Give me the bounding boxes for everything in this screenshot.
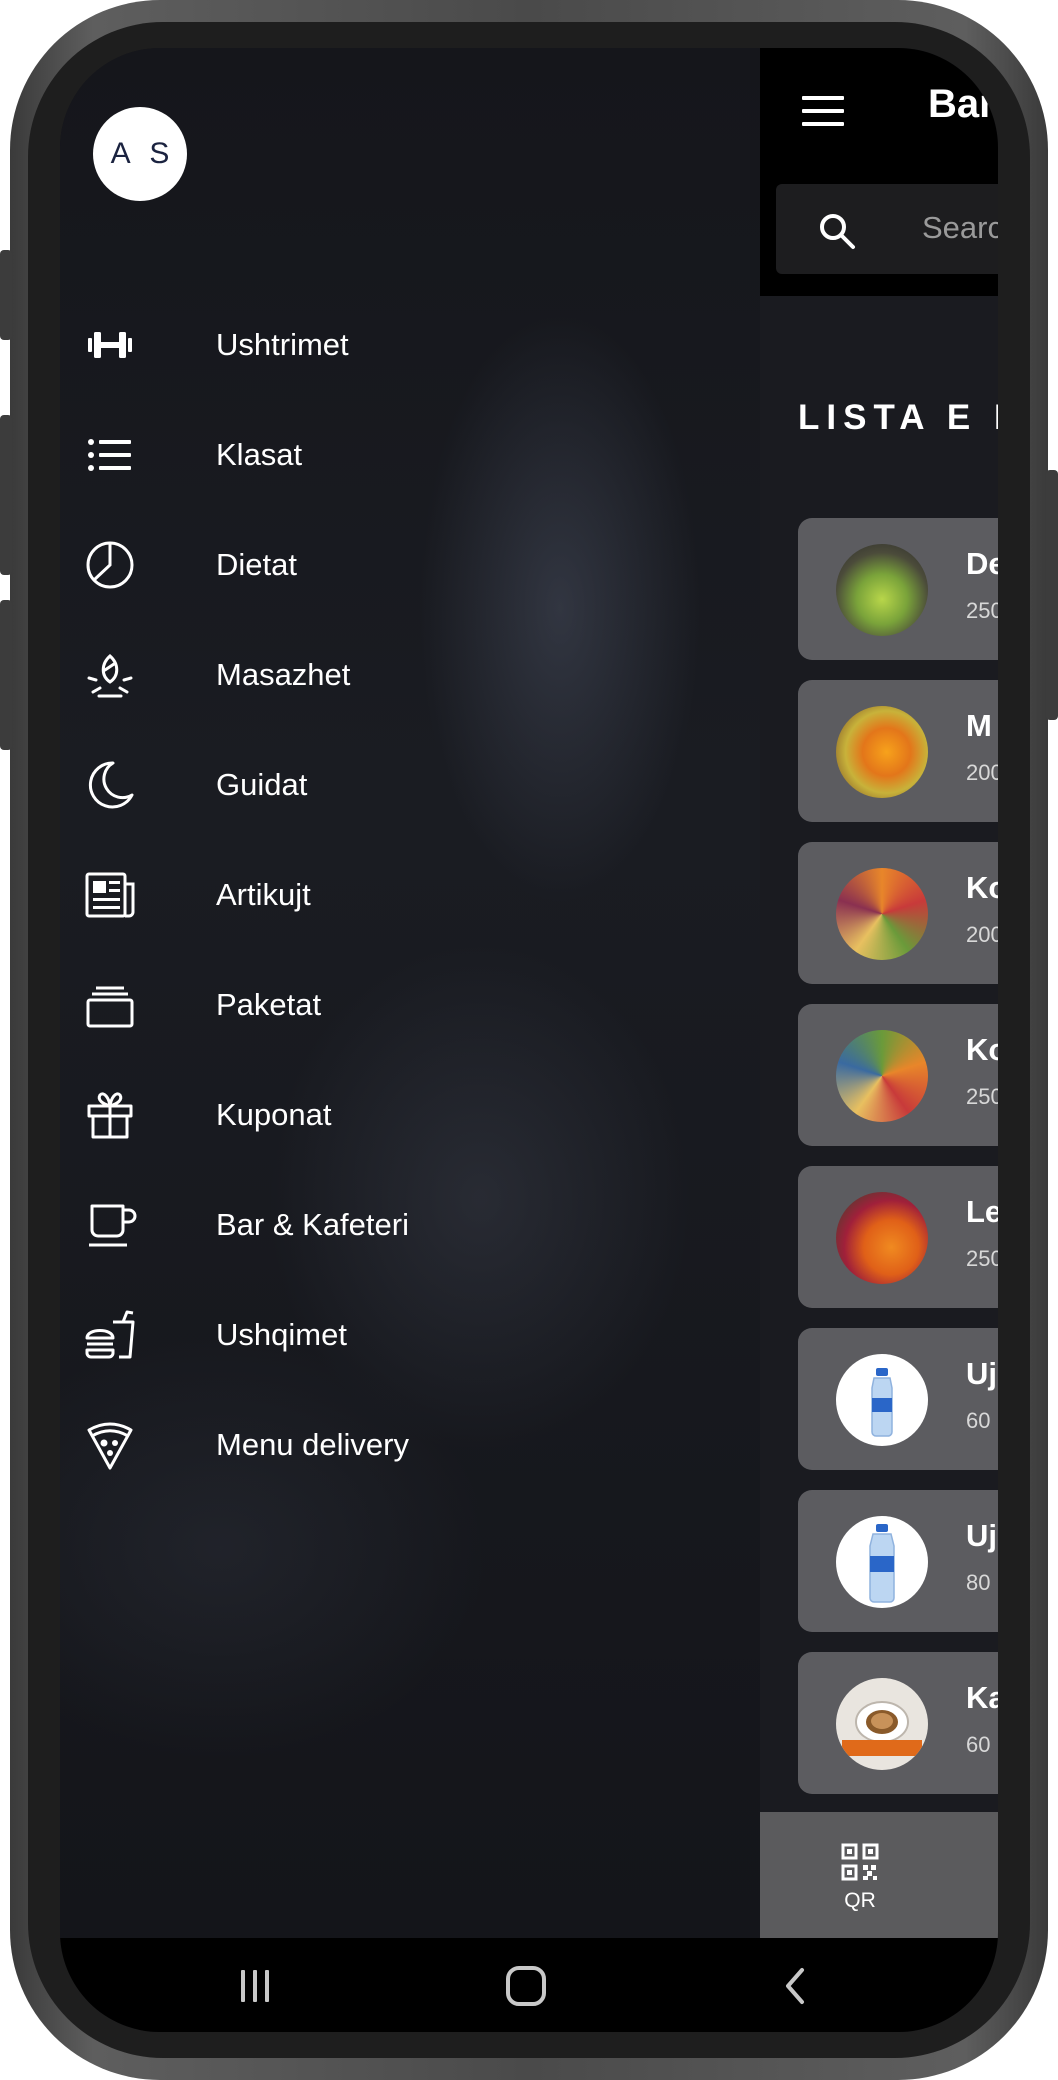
- menu-item-guidat[interactable]: Guidat: [60, 745, 760, 825]
- home-button[interactable]: [496, 1958, 556, 2014]
- menu-item-bar-kafeteri[interactable]: Bar & Kafeteri: [60, 1185, 760, 1265]
- product-price: 250: [966, 1246, 998, 1271]
- menu-item-label: Guidat: [216, 767, 308, 802]
- menu-item-paketat[interactable]: Paketat: [60, 965, 760, 1045]
- product-name: M: [966, 708, 992, 743]
- menu-item-label: Artikujt: [216, 877, 311, 912]
- page-title: Bar: [928, 82, 995, 126]
- product-image: [836, 1192, 928, 1284]
- menu-item-dietat[interactable]: Dietat: [60, 525, 760, 605]
- product-image: [836, 544, 928, 636]
- power-button: [1046, 470, 1058, 720]
- list-icon: [82, 427, 138, 483]
- menu-item-masazhet[interactable]: Masazhet: [60, 635, 760, 715]
- product-name: Le: [966, 1194, 998, 1229]
- back-button[interactable]: [766, 1958, 826, 2014]
- menu-item-kuponat[interactable]: Kuponat: [60, 1075, 760, 1155]
- product-price: 60: [966, 1732, 991, 1757]
- menu-item-label: Dietat: [216, 547, 297, 582]
- menu-item-label: Klasat: [216, 437, 303, 472]
- moon-icon: [82, 757, 138, 813]
- product-image: [836, 1516, 928, 1608]
- product-name: Uj: [966, 1518, 997, 1553]
- main-page: Bar Search LISTA E P De 250 M 200 Ko 200: [760, 48, 998, 1938]
- coffee-cup-icon: [82, 1197, 138, 1253]
- screen: A S Ushtrimet Klasat Dietat Masazhet Gui…: [60, 48, 998, 2032]
- menu-item-label: Masazhet: [216, 657, 351, 692]
- menu-item-label: Menu delivery: [216, 1427, 409, 1462]
- volume-up-button: [0, 250, 12, 340]
- pizza-slice-icon: [82, 1417, 138, 1473]
- product-price: 200: [966, 760, 998, 785]
- product-name: Uj: [966, 1356, 997, 1391]
- spa-icon: [82, 647, 138, 703]
- recent-apps-button[interactable]: [225, 1958, 285, 2014]
- product-price: 250: [966, 1084, 998, 1109]
- menu-item-label: Bar & Kafeteri: [216, 1207, 409, 1242]
- product-name: Ko: [966, 1032, 998, 1067]
- menu-item-artikujt[interactable]: Artikujt: [60, 855, 760, 935]
- system-navigation-bar: [60, 1938, 998, 2032]
- newspaper-icon: [82, 867, 138, 923]
- list-title: LISTA E P: [798, 398, 998, 437]
- app-bar: Bar Search: [760, 48, 998, 296]
- pie-chart-icon: [82, 537, 138, 593]
- product-image: [836, 868, 928, 960]
- menu-item-label: Ushqimet: [216, 1317, 347, 1352]
- navigation-drawer: A S Ushtrimet Klasat Dietat Masazhet Gui…: [60, 48, 760, 1938]
- product-image: [836, 706, 928, 798]
- qr-code-icon: [840, 1843, 880, 1886]
- product-image: [836, 1354, 928, 1446]
- product-price: 200: [966, 922, 998, 947]
- avatar[interactable]: A S: [93, 107, 187, 201]
- gift-icon: [82, 1087, 138, 1143]
- product-card[interactable]: Ka 60: [798, 1652, 998, 1794]
- menu-item-label: Paketat: [216, 987, 322, 1022]
- menu-item-klasat[interactable]: Klasat: [60, 415, 760, 495]
- menu-item-menu-delivery[interactable]: Menu delivery: [60, 1405, 760, 1485]
- search-field[interactable]: Search: [776, 184, 998, 274]
- qr-tab[interactable]: QR: [824, 1842, 896, 1922]
- product-image: [836, 1030, 928, 1122]
- menu-item-label: Ushtrimet: [216, 327, 349, 362]
- search-placeholder: Search: [922, 210, 998, 245]
- product-card[interactable]: Uj 60: [798, 1328, 998, 1470]
- product-card[interactable]: Ko 250: [798, 1004, 998, 1146]
- back-icon: [786, 1968, 804, 2004]
- product-card[interactable]: Uj 80: [798, 1490, 998, 1632]
- home-icon: [506, 1966, 546, 2006]
- product-card[interactable]: Le 250: [798, 1166, 998, 1308]
- product-image: [836, 1678, 928, 1770]
- dumbbell-icon: [82, 317, 138, 373]
- product-card[interactable]: Ko 200: [798, 842, 998, 984]
- recent-apps-icon: [241, 1970, 269, 2002]
- volume-down-button: [0, 415, 12, 575]
- hamburger-menu-icon[interactable]: [800, 88, 846, 134]
- product-card[interactable]: De 250: [798, 518, 998, 660]
- menu-item-label: Kuponat: [216, 1097, 332, 1132]
- menu-item-ushqimet[interactable]: Ushqimet: [60, 1295, 760, 1375]
- product-card[interactable]: M 200: [798, 680, 998, 822]
- fastfood-icon: [82, 1307, 138, 1363]
- search-icon: [816, 210, 858, 252]
- product-price: 250: [966, 598, 998, 623]
- bottom-navigation: QR: [760, 1812, 998, 1938]
- menu-item-ushtrimet[interactable]: Ushtrimet: [60, 305, 760, 385]
- stacked-cards-icon: [82, 977, 138, 1033]
- qr-tab-label: QR: [844, 1889, 876, 1912]
- product-name: De: [966, 546, 998, 581]
- product-name: Ka: [966, 1680, 998, 1715]
- product-price: 60: [966, 1408, 991, 1433]
- product-price: 80: [966, 1570, 991, 1595]
- product-name: Ko: [966, 870, 998, 905]
- bixby-button: [0, 600, 12, 750]
